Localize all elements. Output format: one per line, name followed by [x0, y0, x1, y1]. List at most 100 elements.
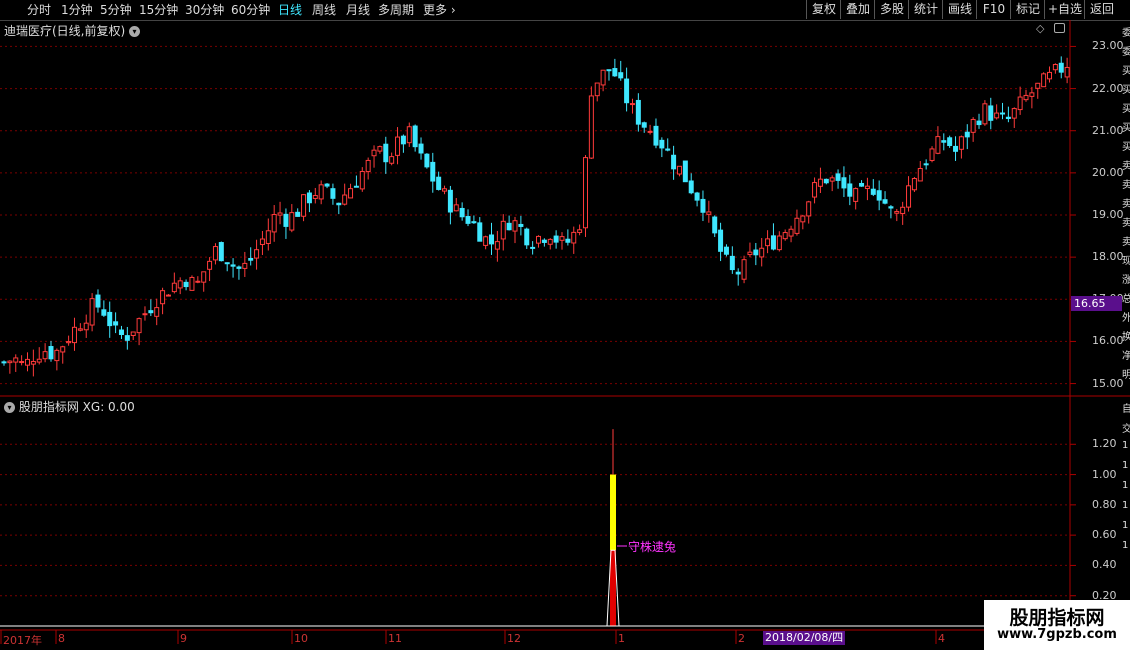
candle-body	[118, 329, 124, 336]
candle-body	[212, 246, 218, 261]
time-axis-label: 8	[58, 632, 65, 645]
candle-body	[976, 120, 982, 126]
candle-body	[359, 170, 365, 190]
candle-body	[953, 145, 959, 152]
candle-body	[412, 125, 418, 148]
candle-body	[19, 361, 25, 364]
candle-body	[653, 125, 659, 146]
stub-char: 自	[1122, 404, 1130, 415]
candle-body	[559, 236, 565, 241]
candle-body	[565, 238, 571, 243]
stub-char: 买	[1122, 66, 1130, 77]
watermark: 股朋指标网 www.7gpzb.com	[984, 600, 1130, 650]
candle-body	[618, 72, 624, 79]
candle-body	[318, 184, 324, 200]
candle-body	[800, 215, 806, 223]
candle-body	[330, 188, 336, 199]
candle-body	[506, 222, 512, 231]
indicator-name: 股朋指标网	[18, 400, 79, 414]
candle-body	[841, 177, 847, 189]
candle-body	[676, 165, 682, 175]
candle-body	[688, 180, 694, 194]
candle-body	[741, 259, 747, 280]
stub-char: 买	[1122, 104, 1130, 115]
candle-body	[7, 360, 13, 364]
candle-body	[911, 178, 917, 191]
stub-char: 委	[1122, 28, 1130, 39]
watermark-url: www.7gpzb.com	[997, 627, 1117, 642]
candle-body	[1, 361, 7, 364]
candle-body	[958, 136, 964, 150]
candle-body	[453, 204, 459, 212]
candle-body	[371, 149, 377, 157]
candle-body	[806, 201, 812, 217]
candle-body	[817, 178, 823, 187]
candle-body	[964, 131, 970, 138]
candle-body	[142, 313, 148, 316]
candle-body	[1064, 66, 1070, 78]
chevron-down-icon[interactable]: ▾	[4, 402, 15, 413]
candle-body	[747, 251, 753, 256]
stub-char: 卖	[1122, 218, 1130, 229]
candle-body	[459, 207, 465, 218]
stub-char: 净	[1122, 351, 1130, 362]
candle-body	[712, 216, 718, 234]
stub-char: 委	[1122, 47, 1130, 58]
candle-body	[406, 126, 412, 144]
candle-body	[177, 280, 183, 289]
cursor-date: 2018/02/08/四	[763, 631, 846, 645]
price-tick-label: 18.00	[1092, 250, 1124, 264]
candle-body	[442, 188, 448, 192]
candle-body	[336, 202, 342, 206]
stub-char: 现	[1122, 256, 1130, 267]
candle-body	[635, 99, 641, 125]
indicator-tick-label: 0.80	[1092, 497, 1117, 511]
candle-body	[13, 357, 19, 363]
candle-body	[1052, 64, 1058, 71]
candle-body	[195, 280, 201, 283]
indicator-tick-label: 0.60	[1092, 528, 1117, 542]
candle-body	[154, 307, 160, 317]
candle-body	[201, 271, 207, 283]
candle-body	[923, 163, 929, 166]
time-axis-label: 10	[294, 632, 308, 645]
candle-body	[917, 168, 923, 182]
candle-body	[829, 177, 835, 182]
candle-body	[606, 69, 612, 72]
candle-body	[283, 213, 289, 227]
candle-body	[130, 331, 136, 337]
candle-body	[383, 143, 389, 163]
candle-body	[547, 238, 553, 245]
candle-body	[312, 195, 318, 199]
candle-body	[489, 234, 495, 245]
candle-body	[1041, 73, 1047, 88]
candle-body	[518, 223, 524, 227]
candle-body	[236, 266, 242, 269]
candle-body	[782, 232, 788, 240]
current-price-tag: 16.65	[1071, 296, 1122, 311]
time-axis-label: 4	[938, 632, 945, 645]
candle-body	[682, 160, 688, 183]
candle-body	[794, 217, 800, 234]
candle-body	[929, 148, 935, 161]
candle-body	[988, 105, 994, 121]
candle-body	[788, 228, 794, 237]
candle-body	[207, 260, 213, 270]
candle-body	[994, 112, 1000, 119]
candle-body	[541, 239, 547, 243]
candle-body	[1029, 92, 1035, 97]
candle-body	[136, 318, 142, 334]
candle-body	[723, 246, 729, 255]
candle-body	[864, 185, 870, 189]
candle-body	[160, 290, 166, 305]
candle-body	[30, 360, 36, 365]
candle-body	[95, 294, 101, 308]
candle-body	[89, 298, 95, 326]
candle-body	[353, 185, 359, 188]
candle-body	[694, 192, 700, 201]
candle-body	[1011, 108, 1017, 119]
candle-body	[894, 211, 900, 214]
candle-body	[882, 199, 888, 204]
candle-body	[71, 326, 77, 344]
candle-body	[483, 236, 489, 246]
